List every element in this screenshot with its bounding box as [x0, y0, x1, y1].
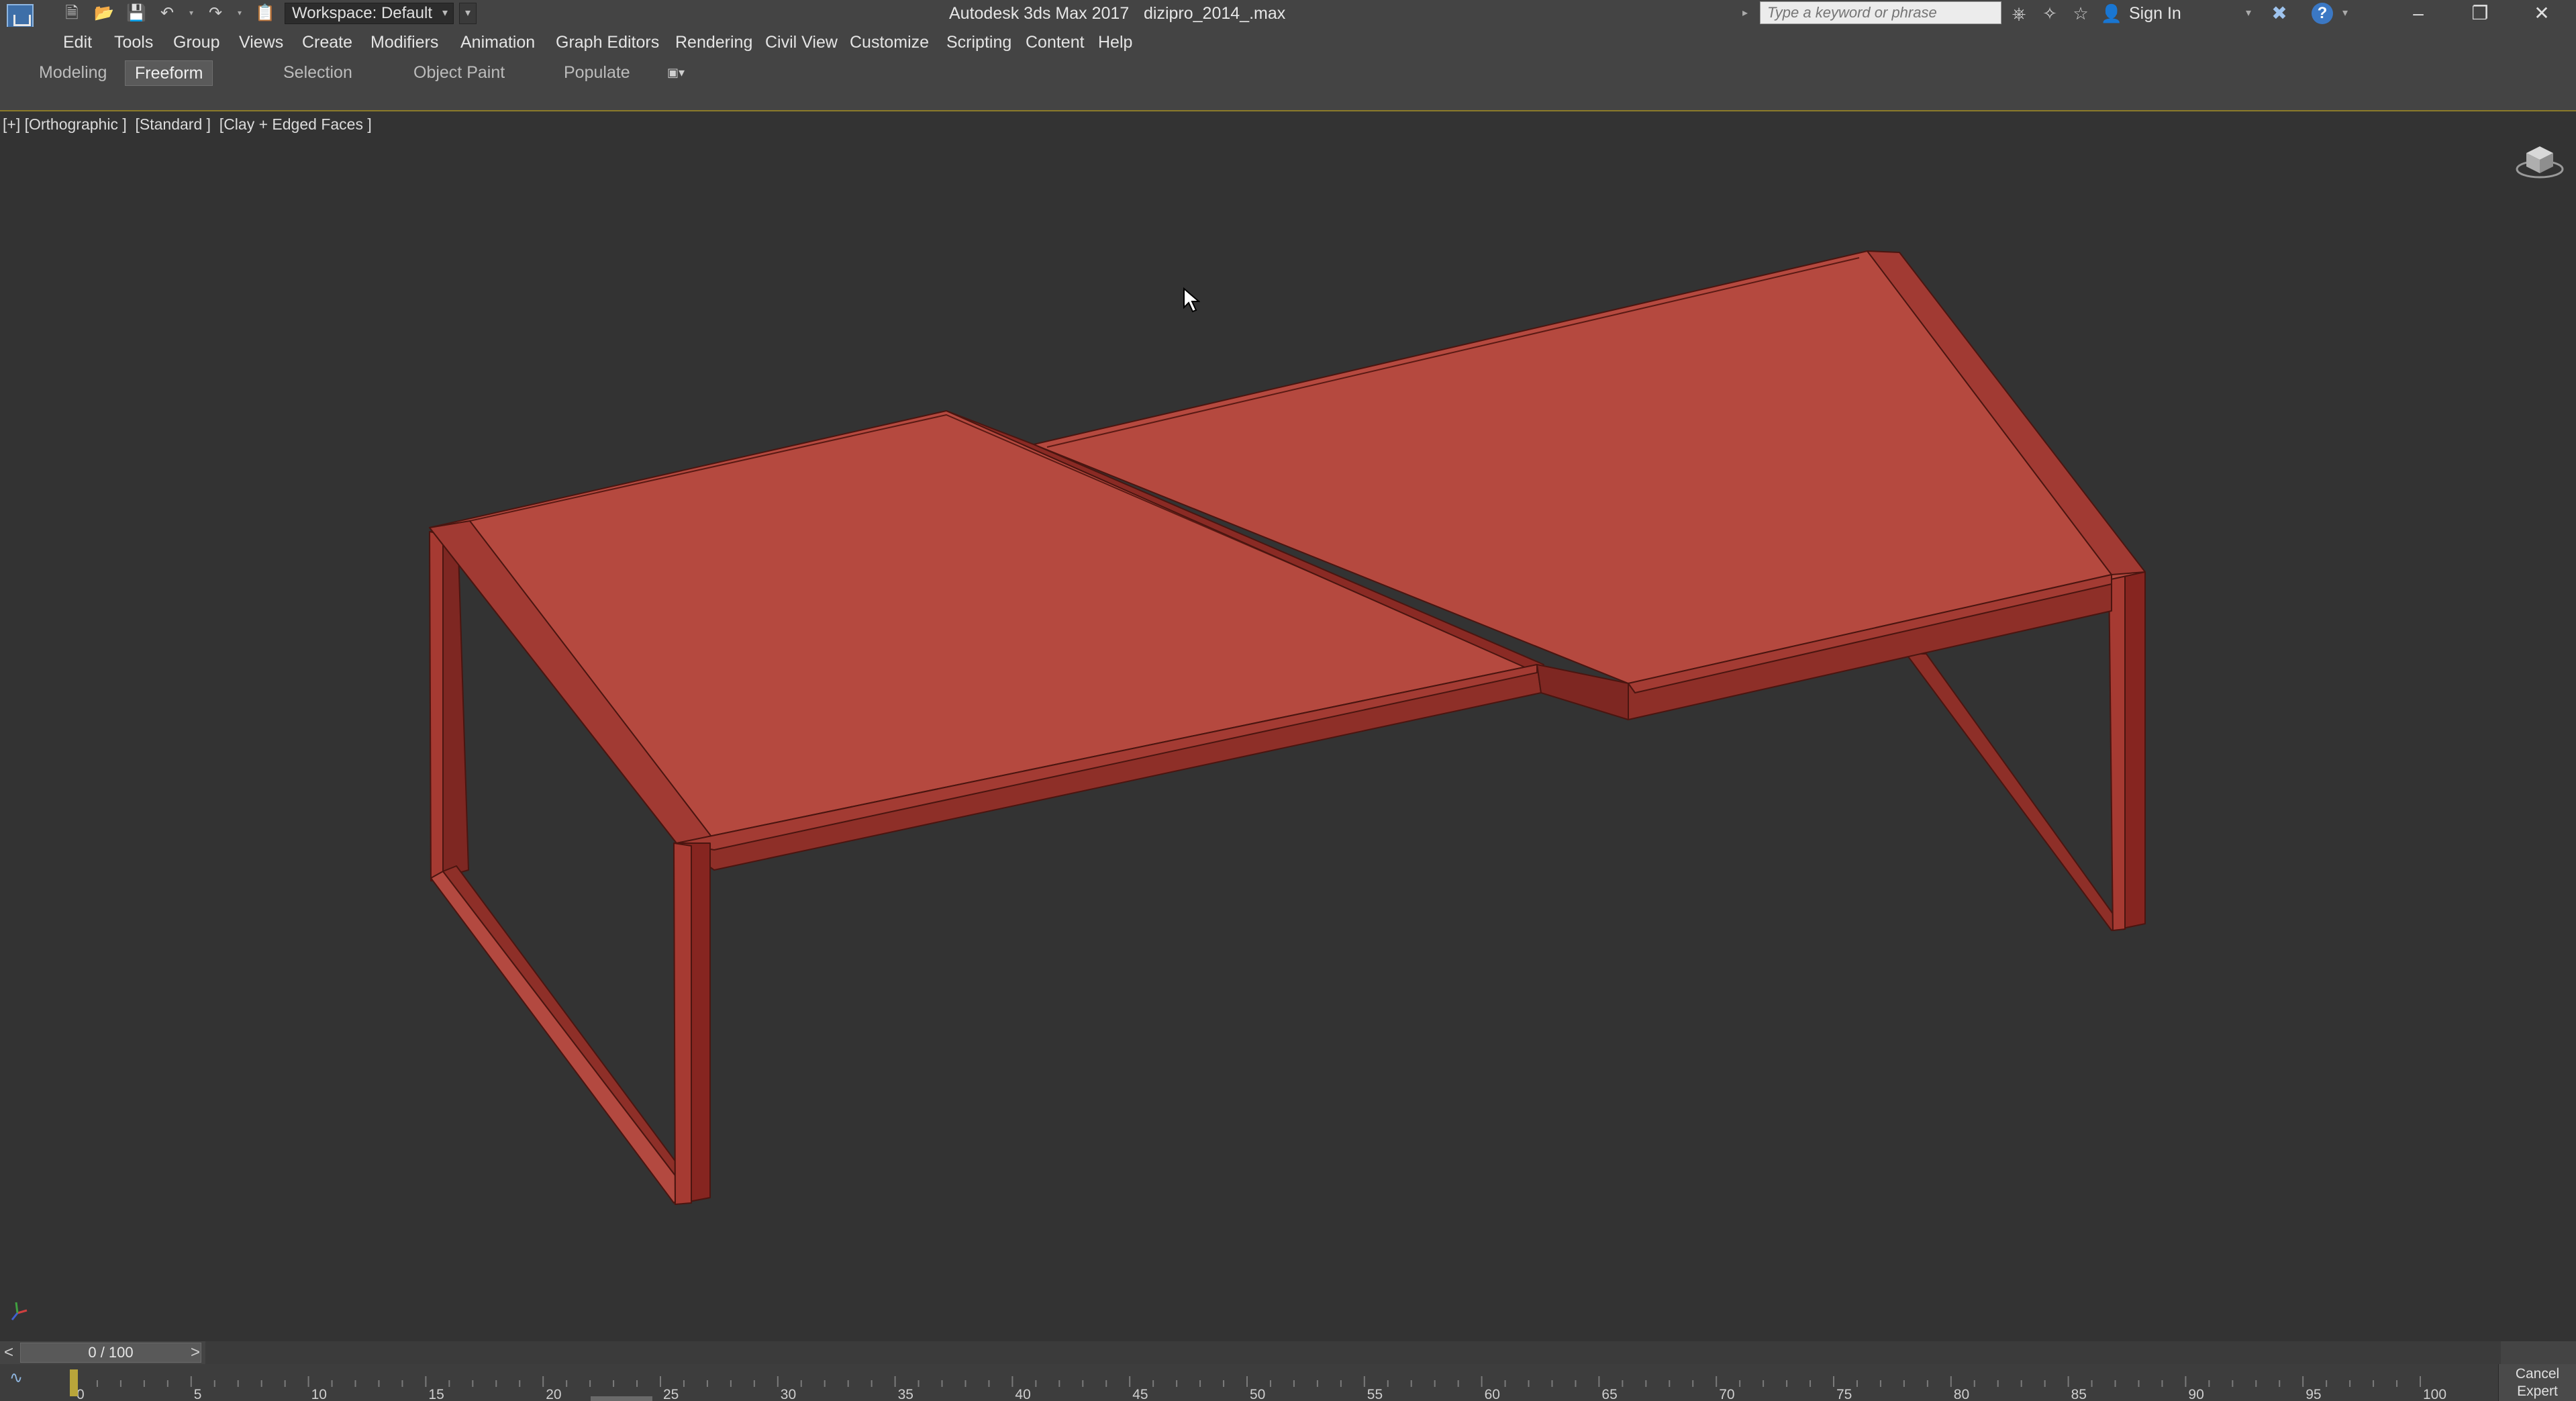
frame-tick-label: 20	[546, 1387, 561, 1401]
menu-content[interactable]: Content	[1026, 27, 1085, 58]
restore-icon[interactable]: ❐	[2450, 0, 2510, 27]
menu-animation[interactable]: Animation	[460, 27, 535, 58]
menu-modifiers[interactable]: Modifiers	[370, 27, 438, 58]
frame-tick-label: 80	[1954, 1387, 1969, 1401]
tab-object-paint[interactable]: Object Paint	[404, 60, 514, 85]
menu-bar: Edit Tools Group Views Create Modifiers …	[0, 27, 2576, 58]
frame-tick-label: 15	[428, 1387, 444, 1401]
frame-tick-label: 60	[1485, 1387, 1500, 1401]
undo-icon[interactable]: ↶	[157, 4, 177, 23]
subscription-center-icon[interactable]: ✧	[2038, 3, 2062, 24]
redo-dropdown-icon[interactable]: ▾	[238, 7, 246, 19]
tab-selection[interactable]: Selection	[274, 60, 362, 85]
frame-tick-label: 75	[1836, 1387, 1852, 1401]
tab-modeling[interactable]: Modeling	[30, 60, 116, 85]
tab-freeform[interactable]: Freeform	[125, 60, 213, 86]
frame-tick-label: 45	[1132, 1387, 1148, 1401]
expert-mode-label: Expert Mode	[2517, 1384, 2558, 1399]
save-file-icon[interactable]: 💾	[126, 4, 146, 23]
sign-in-link[interactable]: Sign In	[2129, 0, 2181, 27]
menu-customize[interactable]: Customize	[850, 27, 929, 58]
frame-tick-label: 55	[1367, 1387, 1383, 1401]
redo-icon[interactable]: ↷	[205, 4, 226, 23]
perspective-viewport[interactable]: [+] [Orthographic ] [Standard ] [Clay + …	[0, 111, 2576, 1341]
new-file-icon[interactable]: 🗎	[62, 4, 82, 23]
search-input[interactable]	[1760, 1, 2001, 24]
ribbon-panel	[0, 87, 2576, 111]
frame-tick-label: 5	[194, 1387, 202, 1401]
user-icon[interactable]: 👤	[2099, 3, 2124, 24]
time-slider-thumb[interactable]: 0 / 100	[20, 1343, 201, 1363]
track-bar-scrollbar[interactable]	[591, 1396, 652, 1401]
favorites-star-icon[interactable]: ☆	[2069, 3, 2093, 24]
frame-tick-label: 70	[1719, 1387, 1734, 1401]
file-title: dizipro_2014_.max	[1144, 4, 1286, 23]
search-expand-icon[interactable]: ▸	[1742, 5, 1754, 21]
autodesk-exchange-icon[interactable]: ✖	[2269, 3, 2290, 24]
tab-populate[interactable]: Populate	[554, 60, 640, 85]
open-file-icon[interactable]: 📂	[94, 4, 114, 23]
menu-views[interactable]: Views	[239, 27, 283, 58]
menu-graph-editors[interactable]: Graph Editors	[556, 27, 659, 58]
cancel-expert-mode-button[interactable]: Cancel Expert Mode	[2498, 1364, 2576, 1401]
project-folder-icon[interactable]: 📋	[255, 4, 275, 23]
frame-tick-label: 35	[898, 1387, 913, 1401]
frame-tick-label: 40	[1015, 1387, 1030, 1401]
time-slider[interactable]: < 0 / 100 >	[0, 1341, 2576, 1364]
chevron-down-icon[interactable]: ▾	[2246, 0, 2251, 27]
ribbon-options-icon[interactable]: ▣▾	[667, 66, 697, 81]
frame-tick-label: 95	[2306, 1387, 2321, 1401]
menu-help[interactable]: Help	[1098, 27, 1132, 58]
chevron-down-icon: ▾	[442, 7, 448, 19]
time-slider-next-button[interactable]: >	[187, 1341, 204, 1364]
frame-ruler[interactable]: 0 5 10 15 20 25 30 35 40 45 50 55 60 65 70 75 80 85 90 95 10…	[0, 1364, 2498, 1401]
app-title: Autodesk 3ds Max 2017	[949, 4, 1130, 23]
menu-edit[interactable]: Edit	[63, 27, 92, 58]
chevron-down-icon[interactable]: ▾	[2342, 0, 2348, 27]
menu-civil-view[interactable]: Civil View	[765, 27, 838, 58]
back-right-rail[interactable]	[1905, 653, 2122, 931]
axis-tripod-icon	[11, 1302, 28, 1320]
time-slider-track[interactable]	[205, 1341, 2501, 1364]
menu-tools[interactable]: Tools	[114, 27, 153, 58]
undo-dropdown-icon[interactable]: ▾	[189, 7, 197, 19]
frame-tick-label: 30	[781, 1387, 796, 1401]
table-model[interactable]	[0, 111, 2576, 1341]
time-slider-prev-button[interactable]: <	[0, 1341, 17, 1364]
frame-tick-label: 100	[2423, 1387, 2446, 1401]
ribbon-tabs: Modeling Freeform Selection Object Paint…	[0, 58, 2576, 87]
app-window: 🗎 📂 💾 ↶ ▾ ↷ ▾ 📋 Workspace: Default ▾ ▾ A…	[0, 0, 2576, 1401]
cancel-label: Cancel	[2515, 1366, 2560, 1382]
frame-tick-label: 25	[663, 1387, 679, 1401]
binoculars-icon[interactable]: ⎈	[2007, 3, 2031, 24]
frame-tick-label: 65	[1601, 1387, 1617, 1401]
menu-rendering[interactable]: Rendering	[675, 27, 752, 58]
track-bar[interactable]: ∿ 0 5 10 15 20 25 30 35 40 45 50 55 60 65 70 75 80 85 90 95…	[0, 1364, 2576, 1401]
mouse-cursor-icon	[1183, 287, 1200, 313]
frame-tick-label: 85	[2071, 1387, 2087, 1401]
left-bottom-rail[interactable]	[430, 871, 687, 1204]
close-icon[interactable]: ✕	[2512, 0, 2572, 27]
frame-tick-label: 50	[1250, 1387, 1265, 1401]
menu-create[interactable]: Create	[302, 27, 352, 58]
current-frame-marker[interactable]	[70, 1369, 78, 1396]
menu-scripting[interactable]: Scripting	[946, 27, 1011, 58]
frame-tick-label: 90	[2188, 1387, 2203, 1401]
customize-toolbar-icon[interactable]: ▾	[459, 3, 477, 24]
minimize-icon[interactable]: –	[2388, 0, 2448, 27]
workspace-value: Workspace: Default	[292, 4, 432, 22]
workspace-select[interactable]: Workspace: Default ▾	[285, 3, 454, 24]
frame-tick-label: 10	[311, 1387, 327, 1401]
help-icon[interactable]: ?	[2312, 3, 2333, 24]
title-bar: 🗎 📂 💾 ↶ ▾ ↷ ▾ 📋 Workspace: Default ▾ ▾ A…	[0, 0, 2576, 31]
menu-group[interactable]: Group	[173, 27, 219, 58]
